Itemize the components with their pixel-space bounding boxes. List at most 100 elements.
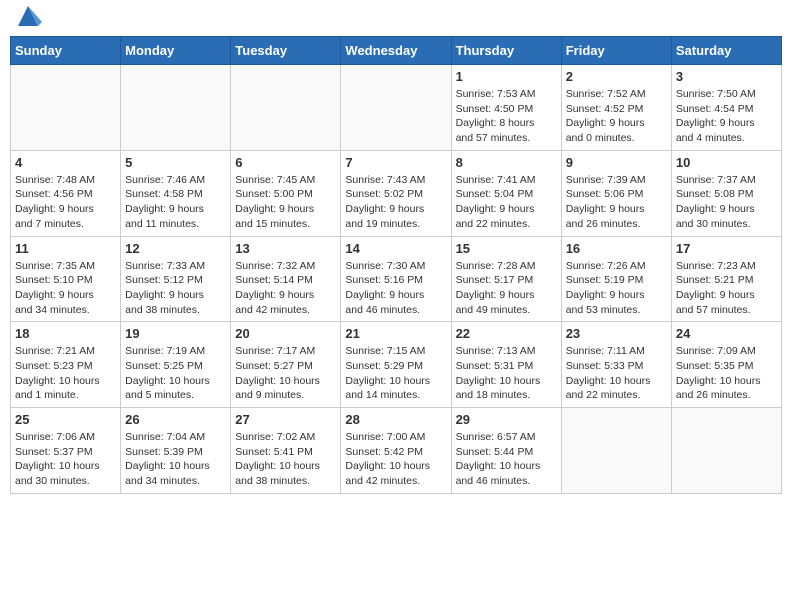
day-cell: 9Sunrise: 7:39 AMSunset: 5:06 PMDaylight… [561, 150, 671, 236]
day-number: 12 [125, 241, 226, 256]
day-detail: Sunrise: 7:06 AMSunset: 5:37 PMDaylight:… [15, 430, 116, 489]
day-detail: Sunrise: 7:53 AMSunset: 4:50 PMDaylight:… [456, 87, 557, 146]
day-detail: Sunrise: 7:02 AMSunset: 5:41 PMDaylight:… [235, 430, 336, 489]
day-header-friday: Friday [561, 37, 671, 65]
day-number: 2 [566, 69, 667, 84]
day-cell: 24 Sunrise: 7:09 AMSunset: 5:35 PMDayligh… [671, 322, 781, 408]
day-number: 16 [566, 241, 667, 256]
week-row-1: 4 Sunrise: 7:48 AMSunset: 4:56 PMDaylight… [11, 150, 782, 236]
day-number: 28 [345, 412, 446, 427]
day-number: 3 [676, 69, 777, 84]
day-cell: 13Sunrise: 7:32 AMSunset: 5:14 PMDayligh… [231, 236, 341, 322]
day-cell [341, 65, 451, 151]
week-row-3: 18 Sunrise: 7:21 AMSunset: 5:23 PMDayligh… [11, 322, 782, 408]
day-header-saturday: Saturday [671, 37, 781, 65]
day-cell: 28 Sunrise: 7:00 AMSunset: 5:42 PMDayligh… [341, 408, 451, 494]
day-number: 9 [566, 155, 667, 170]
day-number: 4 [15, 155, 116, 170]
day-detail: Sunrise: 7:09 AMSunset: 5:35 PMDaylight:… [676, 344, 777, 403]
day-detail: Sunrise: 7:33 AMSunset: 5:12 PMDaylight:… [125, 259, 226, 318]
day-detail: Sunrise: 7:19 AMSunset: 5:25 PMDaylight:… [125, 344, 226, 403]
day-cell: 2 Sunrise: 7:52 AMSunset: 4:52 PMDaylight… [561, 65, 671, 151]
logo-icon [14, 2, 42, 30]
day-detail: Sunrise: 6:57 AMSunset: 5:44 PMDaylight:… [456, 430, 557, 489]
day-detail: Sunrise: 7:26 AMSunset: 5:19 PMDaylight:… [566, 259, 667, 318]
day-number: 6 [235, 155, 336, 170]
header [10, 10, 782, 32]
day-number: 8 [456, 155, 557, 170]
calendar: SundayMondayTuesdayWednesdayThursdayFrid… [10, 36, 782, 494]
day-cell: 29Sunrise: 6:57 AMSunset: 5:44 PMDayligh… [451, 408, 561, 494]
day-detail: Sunrise: 7:17 AMSunset: 5:27 PMDaylight:… [235, 344, 336, 403]
day-detail: Sunrise: 7:15 AMSunset: 5:29 PMDaylight:… [345, 344, 446, 403]
day-detail: Sunrise: 7:04 AMSunset: 5:39 PMDaylight:… [125, 430, 226, 489]
day-detail: Sunrise: 7:30 AMSunset: 5:16 PMDaylight:… [345, 259, 446, 318]
day-number: 21 [345, 326, 446, 341]
day-cell: 19Sunrise: 7:19 AMSunset: 5:25 PMDayligh… [121, 322, 231, 408]
day-detail: Sunrise: 7:35 AMSunset: 5:10 PMDaylight:… [15, 259, 116, 318]
day-cell: 11 Sunrise: 7:35 AMSunset: 5:10 PMDayligh… [11, 236, 121, 322]
day-cell: 14 Sunrise: 7:30 AMSunset: 5:16 PMDayligh… [341, 236, 451, 322]
day-number: 26 [125, 412, 226, 427]
day-cell: 25 Sunrise: 7:06 AMSunset: 5:37 PMDayligh… [11, 408, 121, 494]
day-cell: 26 Sunrise: 7:04 AMSunset: 5:39 PMDayligh… [121, 408, 231, 494]
day-detail: Sunrise: 7:13 AMSunset: 5:31 PMDaylight:… [456, 344, 557, 403]
day-header-tuesday: Tuesday [231, 37, 341, 65]
day-detail: Sunrise: 7:43 AMSunset: 5:02 PMDaylight:… [345, 173, 446, 232]
day-cell: 18 Sunrise: 7:21 AMSunset: 5:23 PMDayligh… [11, 322, 121, 408]
day-cell: 23 Sunrise: 7:11 AMSunset: 5:33 PMDayligh… [561, 322, 671, 408]
day-cell: 8 Sunrise: 7:41 AMSunset: 5:04 PMDaylight… [451, 150, 561, 236]
day-cell [561, 408, 671, 494]
day-cell: 5 Sunrise: 7:46 AMSunset: 4:58 PMDaylight… [121, 150, 231, 236]
day-number: 13 [235, 241, 336, 256]
day-detail: Sunrise: 7:28 AMSunset: 5:17 PMDaylight:… [456, 259, 557, 318]
day-number: 17 [676, 241, 777, 256]
day-number: 11 [15, 241, 116, 256]
day-cell: 17 Sunrise: 7:23 AMSunset: 5:21 PMDayligh… [671, 236, 781, 322]
day-number: 25 [15, 412, 116, 427]
day-number: 15 [456, 241, 557, 256]
day-detail: Sunrise: 7:46 AMSunset: 4:58 PMDaylight:… [125, 173, 226, 232]
day-cell [11, 65, 121, 151]
day-detail: Sunrise: 7:00 AMSunset: 5:42 PMDaylight:… [345, 430, 446, 489]
day-cell: 3Sunrise: 7:50 AMSunset: 4:54 PMDaylight… [671, 65, 781, 151]
logo [10, 10, 42, 32]
calendar-body: 1 Sunrise: 7:53 AMSunset: 4:50 PMDaylight… [11, 65, 782, 494]
day-cell: 6 Sunrise: 7:45 AMSunset: 5:00 PMDaylight… [231, 150, 341, 236]
day-number: 20 [235, 326, 336, 341]
day-number: 10 [676, 155, 777, 170]
day-detail: Sunrise: 7:45 AMSunset: 5:00 PMDaylight:… [235, 173, 336, 232]
day-detail: Sunrise: 7:23 AMSunset: 5:21 PMDaylight:… [676, 259, 777, 318]
day-detail: Sunrise: 7:11 AMSunset: 5:33 PMDaylight:… [566, 344, 667, 403]
day-cell: 20 Sunrise: 7:17 AMSunset: 5:27 PMDayligh… [231, 322, 341, 408]
day-detail: Sunrise: 7:37 AMSunset: 5:08 PMDaylight:… [676, 173, 777, 232]
week-row-4: 25 Sunrise: 7:06 AMSunset: 5:37 PMDayligh… [11, 408, 782, 494]
day-number: 24 [676, 326, 777, 341]
day-cell: 12 Sunrise: 7:33 AMSunset: 5:12 PMDayligh… [121, 236, 231, 322]
day-cell: 15 Sunrise: 7:28 AMSunset: 5:17 PMDayligh… [451, 236, 561, 322]
day-number: 22 [456, 326, 557, 341]
day-cell: 7Sunrise: 7:43 AMSunset: 5:02 PMDaylight… [341, 150, 451, 236]
day-cell [121, 65, 231, 151]
day-cell: 27 Sunrise: 7:02 AMSunset: 5:41 PMDayligh… [231, 408, 341, 494]
day-number: 23 [566, 326, 667, 341]
day-header-sunday: Sunday [11, 37, 121, 65]
day-header-wednesday: Wednesday [341, 37, 451, 65]
week-row-0: 1 Sunrise: 7:53 AMSunset: 4:50 PMDaylight… [11, 65, 782, 151]
day-detail: Sunrise: 7:41 AMSunset: 5:04 PMDaylight:… [456, 173, 557, 232]
day-cell: 16 Sunrise: 7:26 AMSunset: 5:19 PMDayligh… [561, 236, 671, 322]
week-row-2: 11 Sunrise: 7:35 AMSunset: 5:10 PMDayligh… [11, 236, 782, 322]
day-number: 18 [15, 326, 116, 341]
day-cell: 4 Sunrise: 7:48 AMSunset: 4:56 PMDaylight… [11, 150, 121, 236]
day-number: 14 [345, 241, 446, 256]
day-cell [671, 408, 781, 494]
day-cell: 22 Sunrise: 7:13 AMSunset: 5:31 PMDayligh… [451, 322, 561, 408]
day-number: 5 [125, 155, 226, 170]
day-cell: 1 Sunrise: 7:53 AMSunset: 4:50 PMDaylight… [451, 65, 561, 151]
day-number: 1 [456, 69, 557, 84]
day-detail: Sunrise: 7:21 AMSunset: 5:23 PMDaylight:… [15, 344, 116, 403]
days-header-row: SundayMondayTuesdayWednesdayThursdayFrid… [11, 37, 782, 65]
day-number: 27 [235, 412, 336, 427]
day-detail: Sunrise: 7:52 AMSunset: 4:52 PMDaylight:… [566, 87, 667, 146]
day-detail: Sunrise: 7:48 AMSunset: 4:56 PMDaylight:… [15, 173, 116, 232]
